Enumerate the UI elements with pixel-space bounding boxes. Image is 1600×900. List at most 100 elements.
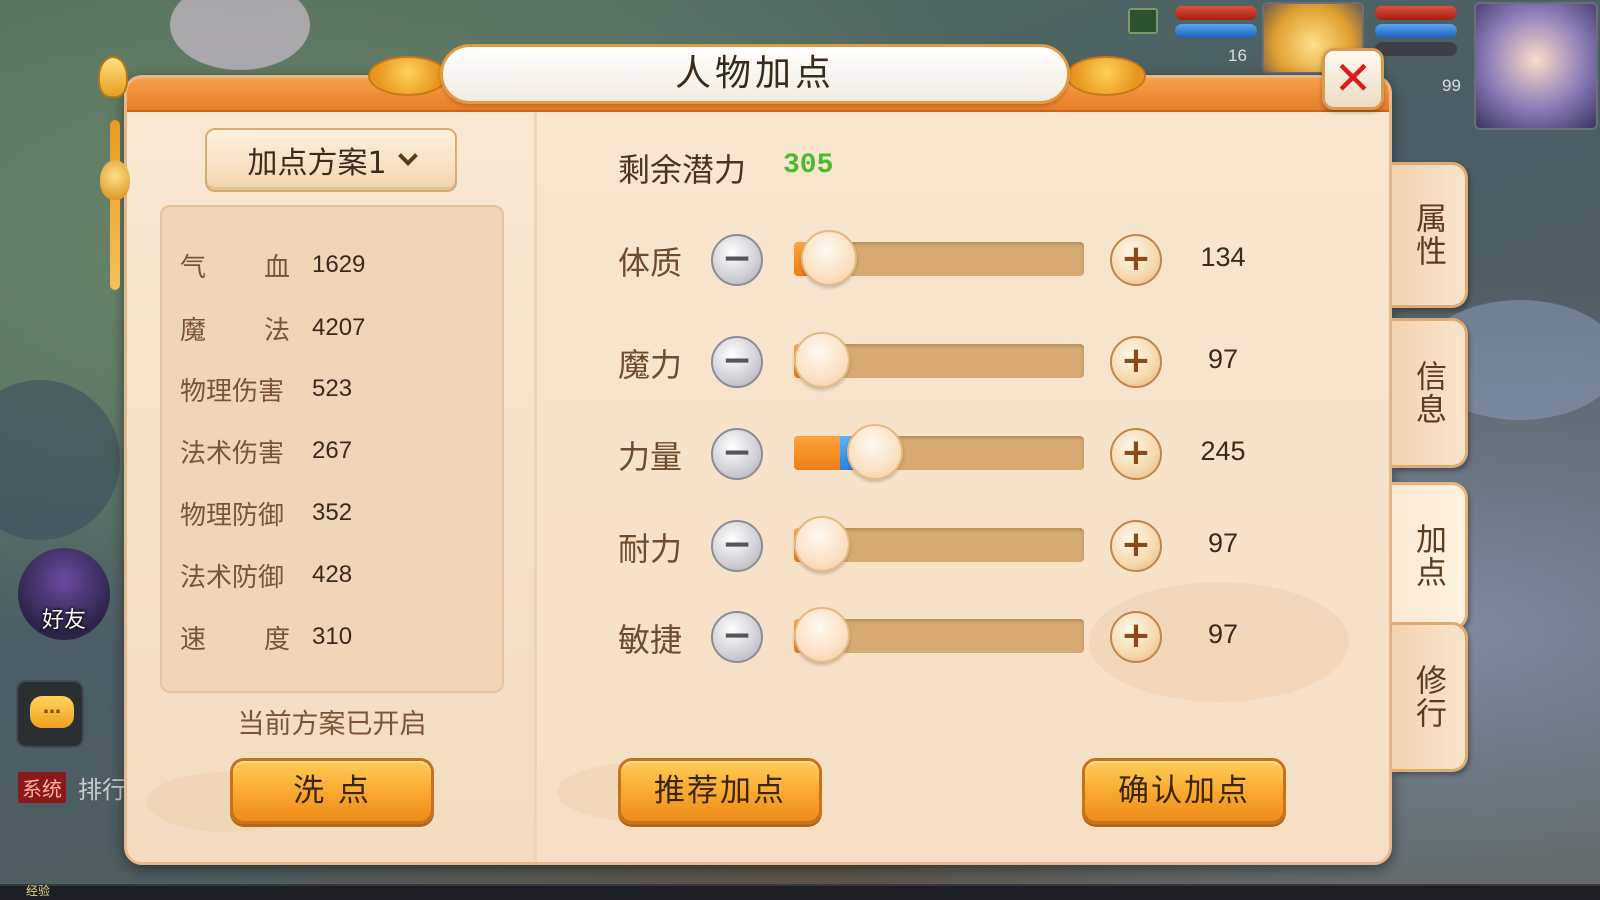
stat-name: 法术防御 (180, 557, 290, 594)
attribute-row: 敏捷 − + 97 (618, 607, 1258, 665)
chat-button[interactable]: … (16, 680, 84, 748)
stat-row: 法术伤害 267 (180, 431, 352, 471)
attribute-row: 耐力 − + 97 (618, 516, 1258, 574)
stat-value: 428 (312, 561, 353, 588)
title-ornament-left (368, 56, 448, 96)
decrease-button[interactable]: − (711, 428, 763, 480)
side-tab[interactable]: 信息 (1392, 318, 1468, 468)
player-exp-bar (1375, 42, 1457, 56)
stat-name-part: 物理防御 (180, 500, 285, 531)
bell-ornament (100, 160, 130, 200)
attribute-slider[interactable] (794, 607, 1084, 663)
stat-value: 352 (312, 499, 353, 526)
slider-handle[interactable] (801, 230, 857, 286)
minus-icon: − (721, 340, 753, 381)
confirm-points-button[interactable]: 确认加点 (1082, 758, 1286, 824)
attribute-slider[interactable] (794, 516, 1084, 572)
increase-button[interactable]: + (1110, 234, 1162, 286)
attribute-row: 魔力 − + 97 (618, 332, 1258, 390)
stat-row: 魔 法 4207 (180, 308, 365, 348)
decrease-button[interactable]: − (711, 611, 763, 663)
attribute-slider[interactable] (794, 230, 1084, 286)
increase-button[interactable]: + (1110, 520, 1162, 572)
slider-handle[interactable] (847, 424, 903, 480)
friends-label: 好友 (41, 608, 86, 633)
side-tab[interactable]: 加点 (1392, 482, 1468, 630)
scheme-status-text: 当前方案已开启 (237, 709, 427, 740)
stat-name-part: 度 (263, 624, 290, 655)
stat-name: 物理伤害 (180, 371, 290, 408)
side-tab[interactable]: 修行 (1392, 622, 1468, 772)
tassel-ornament (110, 120, 120, 290)
attribute-value: 134 (1200, 242, 1246, 272)
player-avatar[interactable] (1474, 2, 1598, 130)
recommend-points-button[interactable]: 推荐加点 (618, 758, 822, 824)
reset-points-button[interactable]: 洗 点 (230, 758, 434, 824)
increase-button[interactable]: + (1110, 611, 1162, 663)
side-tab[interactable]: 属性 (1392, 162, 1468, 308)
stat-name-part: 物理伤害 (180, 376, 285, 407)
attribute-slider[interactable] (794, 332, 1084, 388)
map-icon[interactable] (1128, 8, 1158, 34)
attribute-slider[interactable] (794, 424, 1084, 480)
close-button[interactable]: ✕ (1322, 48, 1384, 110)
attribute-name: 耐力 (618, 530, 683, 568)
minus-icon: − (721, 238, 753, 279)
stat-row: 法术防御 428 (180, 555, 352, 595)
decrease-button[interactable]: − (711, 336, 763, 388)
stat-name-part: 速 (180, 624, 207, 655)
stat-name-part: 法 (263, 315, 290, 346)
attribute-value: 97 (1207, 344, 1239, 374)
stat-row: 速度 310 (180, 617, 352, 657)
stat-value: 1629 (312, 251, 366, 278)
side-tab-label: 修行 (1410, 664, 1446, 730)
system-channel-tag: 系统 (18, 772, 66, 803)
attribute-name: 魔力 (618, 346, 683, 384)
attribute-value: 97 (1207, 619, 1239, 649)
slider-handle[interactable] (794, 516, 850, 572)
stat-row: 物理伤害 523 (180, 369, 352, 409)
chevron-down-icon (397, 146, 418, 166)
panel-corner-ornament (98, 56, 128, 98)
scheme-dropdown[interactable]: 加点方案1 (205, 128, 457, 192)
player-level: 99 (1442, 76, 1461, 95)
title-ornament-right (1066, 56, 1146, 96)
pet-status-bars (1175, 6, 1257, 42)
stat-name-part: 魔 (180, 315, 207, 346)
right-pane (537, 112, 1389, 862)
slider-handle[interactable] (794, 607, 850, 663)
minus-icon: − (721, 615, 753, 656)
slider-fill-base (794, 436, 840, 470)
attribute-row: 体质 − + 134 (618, 230, 1258, 288)
player-mp-bar (1375, 24, 1457, 38)
attribute-name: 敏捷 (618, 621, 683, 659)
stat-name-part: 血 (263, 252, 290, 283)
potential-value: 305 (783, 150, 834, 181)
plus-icon: + (1120, 524, 1152, 565)
stat-name-part: 法术防御 (180, 562, 285, 593)
decrease-button[interactable]: − (711, 234, 763, 286)
increase-button[interactable]: + (1110, 336, 1162, 388)
stat-value: 267 (312, 437, 353, 464)
decrease-button[interactable]: − (711, 520, 763, 572)
chat-bubble-icon: … (30, 696, 74, 728)
system-message-text: 排行 (78, 776, 126, 804)
recommend-points-label: 推荐加点 (654, 773, 786, 809)
stat-value: 4207 (312, 314, 366, 341)
minus-icon: − (721, 432, 753, 473)
attribute-row: 力量 − + 245 (618, 424, 1258, 482)
increase-button[interactable]: + (1110, 428, 1162, 480)
minus-icon: − (721, 524, 753, 565)
experience-label: 经验 (26, 884, 51, 898)
reset-points-label: 洗 点 (293, 773, 371, 809)
experience-bar: 经验 (0, 884, 1600, 900)
plus-icon: + (1120, 340, 1152, 381)
page-title: 人物加点 (674, 53, 835, 94)
pet-hp-bar (1175, 6, 1257, 20)
friends-button[interactable]: 好友 (18, 548, 110, 640)
player-hp-bar (1375, 6, 1457, 20)
attribute-value: 245 (1200, 436, 1246, 466)
slider-handle[interactable] (794, 332, 850, 388)
side-tab-label: 信息 (1410, 360, 1446, 426)
attribute-name: 体质 (618, 244, 683, 282)
